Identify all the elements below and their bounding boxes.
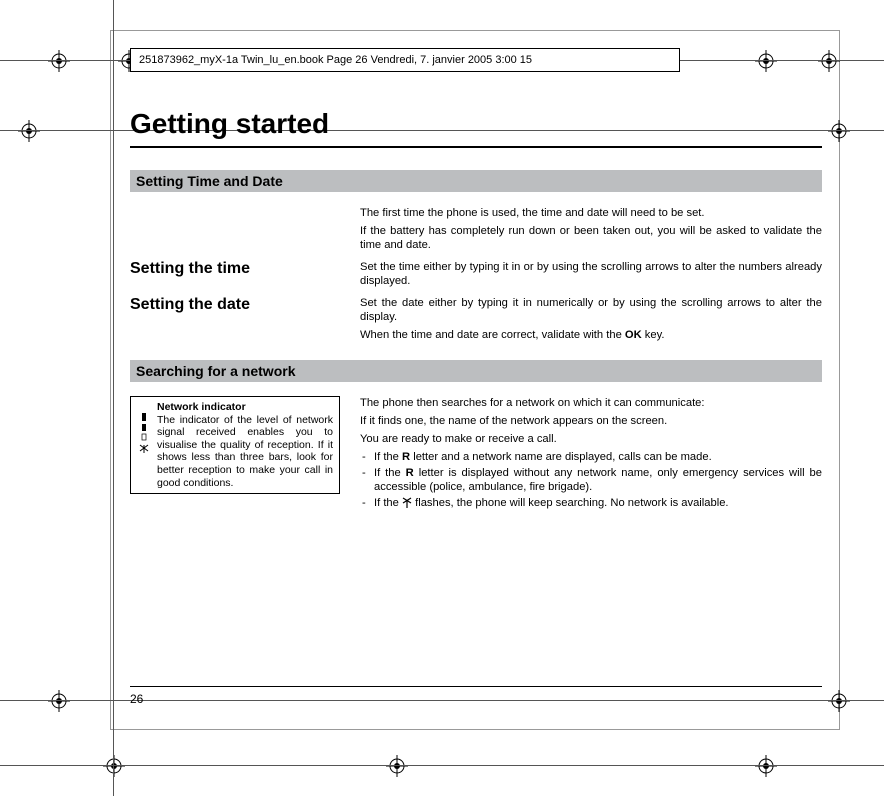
- sidebar-body: The indicator of the level of network si…: [157, 414, 333, 489]
- registration-mark-icon: [755, 755, 777, 777]
- crop-line: [0, 765, 884, 766]
- bullet-list: If the R letter and a network name are d…: [360, 450, 822, 512]
- body-text: Set the time either by typing it in or b…: [360, 260, 822, 288]
- body-text: If it finds one, the name of the network…: [360, 414, 822, 428]
- setting-date-row: Setting the date Set the date either by …: [130, 296, 822, 346]
- footer-rule: [130, 686, 822, 687]
- setting-time-row: Setting the time Set the time either by …: [130, 260, 822, 292]
- subheading-setting-time: Setting the time: [130, 260, 360, 292]
- network-row: Network indicator The indicator of the l…: [130, 396, 822, 514]
- page-number: 26: [130, 692, 143, 706]
- registration-mark-icon: [18, 120, 40, 142]
- registration-mark-icon: [828, 690, 850, 712]
- list-item: If the R letter and a network name are d…: [360, 450, 822, 464]
- section-heading-network: Searching for a network: [130, 360, 822, 382]
- network-indicator-box: Network indicator The indicator of the l…: [130, 396, 340, 494]
- title-rule: [130, 146, 822, 148]
- list-item: If the R letter is displayed without any…: [360, 466, 822, 494]
- crop-line: [113, 0, 114, 796]
- registration-mark-icon: [755, 50, 777, 72]
- registration-mark-icon: [818, 50, 840, 72]
- body-text: The first time the phone is used, the ti…: [360, 206, 822, 220]
- list-item: If the flashes, the phone will keep sear…: [360, 496, 822, 512]
- registration-mark-icon: [48, 50, 70, 72]
- section-heading-time-date: Setting Time and Date: [130, 170, 822, 192]
- registration-mark-icon: [103, 755, 125, 777]
- document-header-text: 251873962_myX-1a Twin_lu_en.book Page 26…: [139, 54, 532, 66]
- document-header-box: 251873962_myX-1a Twin_lu_en.book Page 26…: [130, 48, 680, 72]
- antenna-icon: [402, 497, 412, 512]
- intro-row: The first time the phone is used, the ti…: [130, 206, 822, 256]
- signal-bars-icon: [137, 401, 151, 457]
- body-text: If the battery has completely run down o…: [360, 224, 822, 252]
- page-content: Getting started Setting Time and Date Th…: [130, 108, 822, 518]
- body-text: The phone then searches for a network on…: [360, 396, 822, 410]
- subheading-setting-date: Setting the date: [130, 296, 360, 346]
- page-title: Getting started: [130, 108, 822, 140]
- sidebar-title: Network indicator: [157, 401, 246, 413]
- body-text: When the time and date are correct, vali…: [360, 328, 822, 342]
- registration-mark-icon: [48, 690, 70, 712]
- registration-mark-icon: [386, 755, 408, 777]
- registration-mark-icon: [828, 120, 850, 142]
- body-text: Set the date either by typing it in nume…: [360, 296, 822, 324]
- body-text: You are ready to make or receive a call.: [360, 432, 822, 446]
